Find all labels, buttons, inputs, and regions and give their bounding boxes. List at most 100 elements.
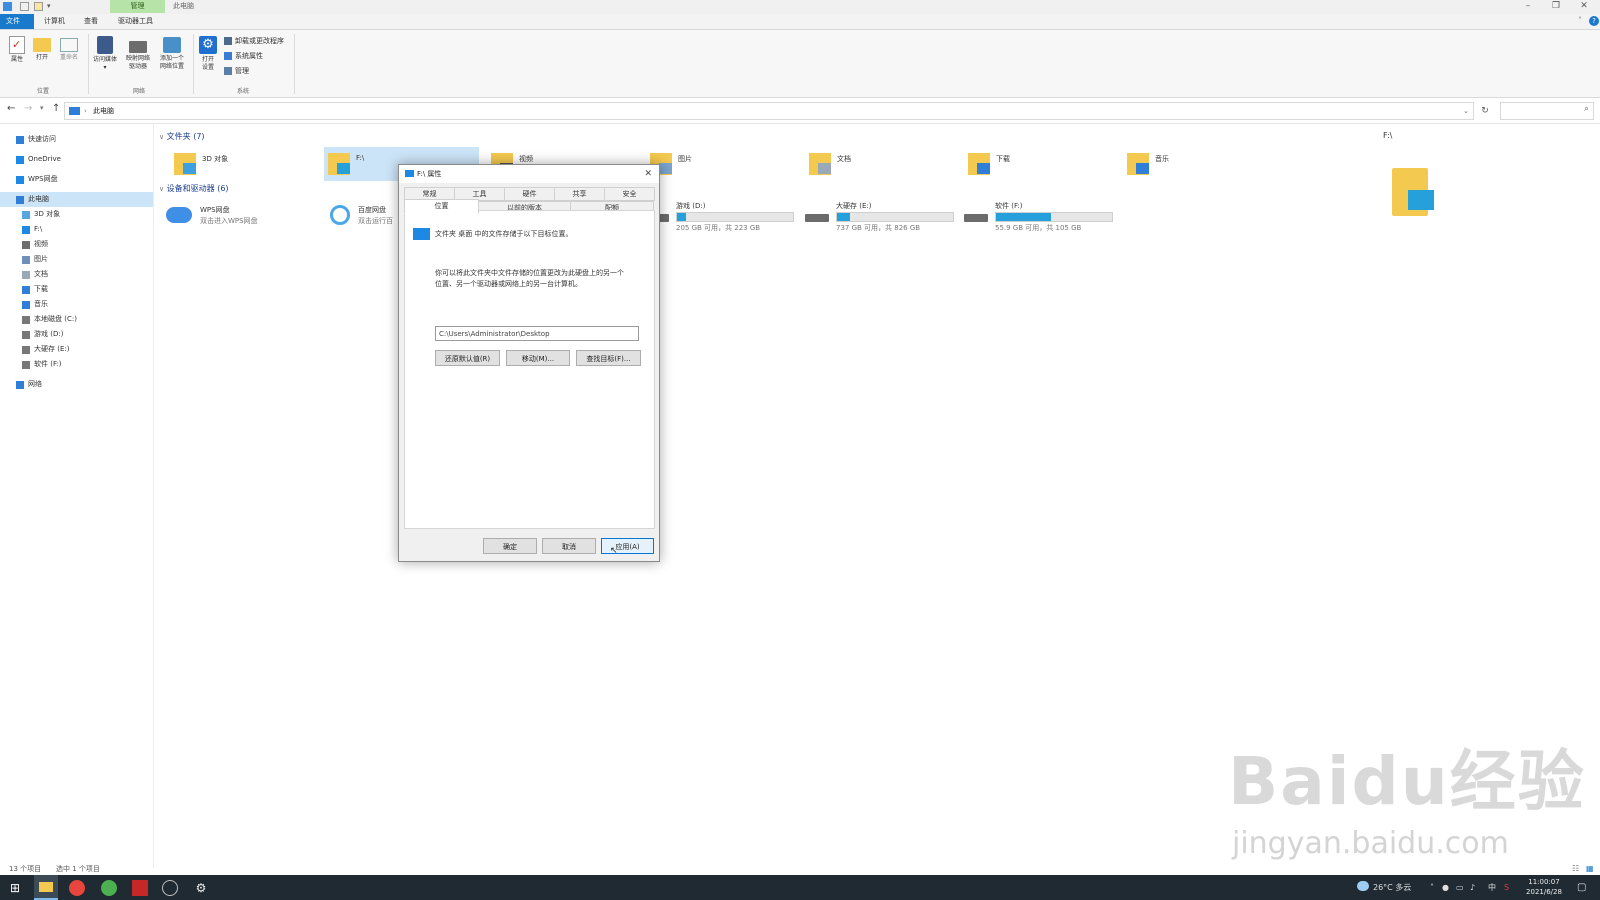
nav-item[interactable]: 游戏 (D:) [0, 327, 153, 342]
back-arrow-icon[interactable]: ← [7, 103, 15, 114]
search-input[interactable]: ⌕ [1500, 102, 1594, 120]
network-drive-icon [129, 41, 147, 53]
file-explorer-taskbar-button[interactable] [34, 875, 58, 900]
folder-tile[interactable]: 文档 [805, 147, 955, 181]
nav-item[interactable]: 下载 [0, 282, 153, 297]
chevron-down-icon[interactable]: ▾ [47, 2, 56, 11]
nav-item[interactable]: 图片 [0, 252, 153, 267]
new-folder-quick-icon[interactable] [34, 2, 43, 11]
nav-item[interactable]: 大硬存 (E:) [0, 342, 153, 357]
tab-view[interactable]: 查看 [78, 14, 104, 29]
nav-item[interactable]: OneDrive [0, 152, 153, 167]
location-tab-panel: 文件夹 桌面 中的文件存储于以下目标位置。 你可以将此文件夹中文件存储的位置更改… [404, 210, 655, 529]
baidu-drive-subtitle: 双击运行百 [358, 217, 393, 225]
map-network-drive-button[interactable]: 映射网络 驱动器 [122, 36, 154, 71]
access-media-button[interactable]: 访问媒体 ▾ [90, 36, 120, 72]
open-settings-button[interactable]: ⚙ 打开 设置 [197, 36, 219, 72]
minimize-button[interactable]: – [1514, 0, 1542, 13]
tab-drive-tools[interactable]: 驱动器工具 [112, 14, 159, 29]
recent-chevron-icon[interactable]: ▾ [40, 104, 44, 112]
nav-item[interactable]: F:\ [0, 222, 153, 237]
ok-button[interactable]: 确定 [483, 538, 537, 554]
help-icon[interactable]: ? [1589, 16, 1599, 26]
properties-button[interactable]: ✓ 属性 [6, 36, 28, 64]
wps-office-icon[interactable] [132, 880, 148, 896]
folder-tile[interactable]: 图片 [646, 147, 796, 181]
drive-tile[interactable]: 游戏 (D:) 205 GB 可用，共 223 GB [645, 199, 795, 233]
folder-tile[interactable]: 3D 对象 [170, 147, 320, 181]
tray-app-icon[interactable]: ● [1442, 875, 1449, 900]
apply-button[interactable]: 应用(A) [601, 538, 654, 554]
windows-start-icon[interactable]: ⊞ [7, 880, 23, 896]
section-devices-header[interactable]: ∨ 设备和驱动器 (6) [159, 183, 229, 194]
browser-icon[interactable] [101, 880, 117, 896]
nav-item[interactable]: WPS网盘 [0, 172, 153, 187]
sogou-input-icon[interactable]: S [1504, 875, 1509, 900]
nav-item[interactable]: 音乐 [0, 297, 153, 312]
nav-item[interactable]: 此电脑 [0, 192, 153, 207]
find-target-button[interactable]: 查找目标(F)... [576, 350, 641, 366]
nav-item[interactable]: 快速访问 [0, 132, 153, 147]
chrome-icon[interactable] [69, 880, 85, 896]
folder-tile[interactable]: 音乐 [1123, 147, 1273, 181]
network-icon[interactable]: ▭ [1456, 875, 1464, 900]
tab-file[interactable]: 文件 [0, 14, 34, 29]
drive-tile[interactable]: 大硬存 (E:) 737 GB 可用，共 826 GB [805, 199, 955, 233]
system-properties-button[interactable]: 系统属性 [224, 50, 263, 62]
manage-button[interactable]: 管理 [224, 65, 249, 77]
dialog-close-button[interactable]: ✕ [644, 165, 652, 183]
rename-button[interactable]: 重命名 [56, 36, 82, 62]
volume-icon[interactable]: ♪ [1470, 875, 1475, 900]
chevron-up-icon[interactable]: ˄ [1578, 16, 1582, 25]
nav-item[interactable]: 网络 [0, 377, 153, 392]
breadcrumb-this-pc[interactable]: 此电脑 [93, 103, 114, 119]
wps-drive-tile[interactable]: WPS网盘 双击进入WPS网盘 [166, 203, 316, 237]
properties-quick-icon[interactable] [20, 2, 29, 11]
target-path-input[interactable]: C:\Users\Administrator\Desktop [435, 326, 639, 341]
drive-tile[interactable]: 软件 (F:) 55.9 GB 可用，共 105 GB [964, 199, 1114, 233]
dialog-tab[interactable]: 硬件 [504, 187, 555, 201]
chevron-down-icon[interactable]: ⌄ [1463, 103, 1469, 119]
section-folders-header[interactable]: ∨ 文件夹 (7) [159, 131, 205, 142]
move-button[interactable]: 移动(M)... [506, 350, 570, 366]
large-icons-view-icon[interactable]: ▦ [1586, 864, 1594, 873]
nav-item[interactable]: 视频 [0, 237, 153, 252]
settings-gear-icon[interactable]: ⚙ [193, 880, 209, 896]
forward-arrow-icon[interactable]: → [24, 103, 32, 114]
tab-computer[interactable]: 计算机 [38, 14, 71, 29]
notification-icon[interactable]: ▢ [1577, 875, 1586, 900]
chevron-up-icon[interactable]: ˄ [1430, 875, 1434, 900]
add-network-location-button[interactable]: 添加一个 网络位置 [156, 36, 188, 71]
nav-item[interactable]: 软件 (F:) [0, 357, 153, 372]
baidu-drive-tile[interactable]: 百度网盘 双击运行百 [330, 203, 398, 237]
maximize-button[interactable]: ❐ [1542, 0, 1570, 13]
up-arrow-icon[interactable]: ↑ [52, 103, 60, 114]
input-method-indicator[interactable]: 中 [1488, 875, 1496, 900]
cancel-button[interactable]: 取消 [542, 538, 596, 554]
nav-item-label: F:\ [34, 225, 43, 233]
refresh-icon[interactable]: ↻ [1476, 103, 1494, 119]
nav-item[interactable]: 文档 [0, 267, 153, 282]
details-view-icon[interactable]: ☷ [1572, 864, 1579, 873]
folder-tile[interactable]: 下载 [964, 147, 1114, 181]
dialog-tab[interactable]: 共享 [554, 187, 605, 201]
drive-usage-bar [995, 212, 1113, 222]
clock[interactable]: 11:00:07 2021/6/28 [1522, 877, 1566, 897]
cloud-icon [16, 156, 24, 164]
tab-location[interactable]: 位置 [404, 199, 479, 214]
address-bar[interactable]: › 此电脑 ⌄ [64, 102, 1474, 120]
dialog-tab[interactable]: 安全 [604, 187, 655, 201]
system-properties-label: 系统属性 [235, 52, 263, 60]
context-tab-manage[interactable]: 管理 [110, 0, 165, 13]
drive-icon [22, 346, 30, 354]
weather-text[interactable]: 26°C 多云 [1373, 875, 1411, 900]
restore-default-button[interactable]: 还原默认值(R) [435, 350, 500, 366]
nav-item[interactable]: 3D 对象 [0, 207, 153, 222]
uninstall-program-button[interactable]: 卸载或更改程序 [224, 35, 284, 47]
nav-item[interactable]: 本地磁盘 (C:) [0, 312, 153, 327]
app-circle-icon[interactable] [162, 880, 178, 896]
dialog-title-bar[interactable]: F:\ 属性 ✕ [399, 165, 659, 183]
address-toolbar: ← → ▾ ↑ › 此电脑 ⌄ ↻ ⌕ [0, 99, 1600, 124]
close-button[interactable]: ✕ [1570, 0, 1598, 13]
open-button[interactable]: 打开 [31, 36, 53, 62]
